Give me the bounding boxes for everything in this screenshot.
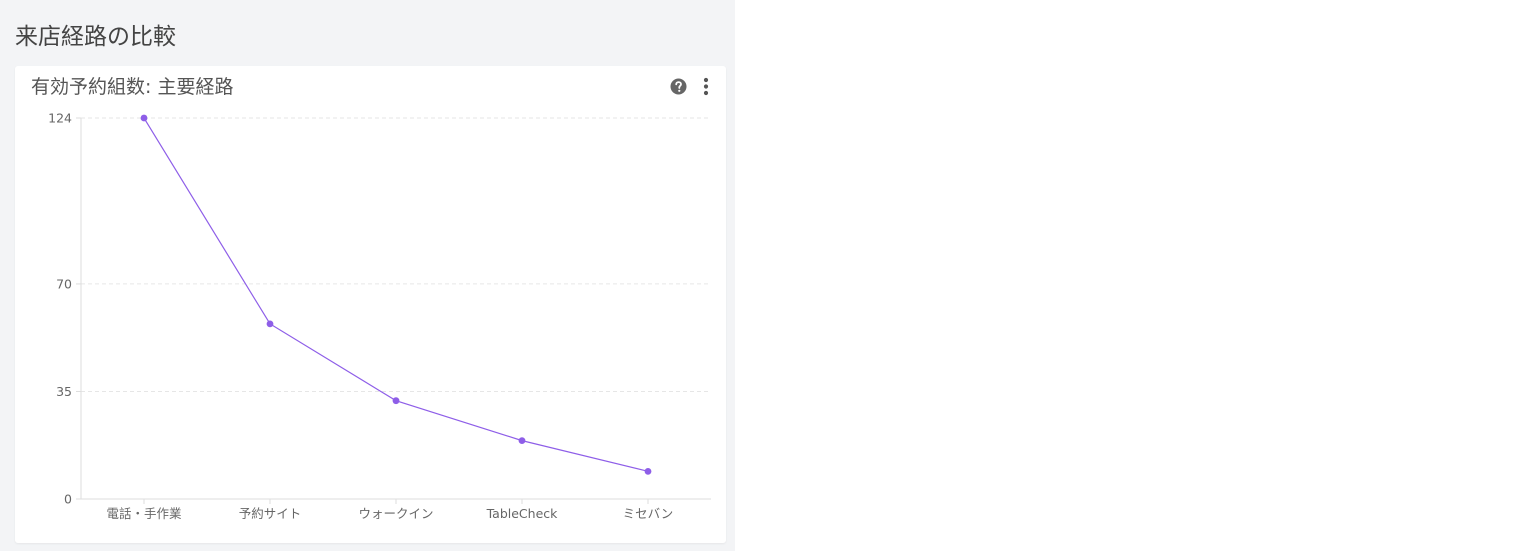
data-point[interactable]	[266, 320, 274, 328]
x-tick-label: TableCheck	[486, 506, 559, 521]
grid-layer	[81, 117, 711, 392]
axis-layer	[76, 117, 711, 504]
x-tick-label: ウォークイン	[358, 506, 433, 521]
series-layer	[140, 114, 652, 475]
x-tick-label: ミセバン	[623, 506, 674, 521]
x-tick-label: 予約サイト	[239, 506, 302, 521]
x-tick-label: 電話・手作業	[106, 506, 182, 521]
data-point[interactable]	[392, 397, 400, 405]
series-line	[143, 117, 649, 472]
y-tick-label: 124	[48, 111, 72, 126]
chart-card: 有効予約組数: 主要経路 0 35 70 124 電話・手作業 予約サイト ウォークイン Ta…	[15, 66, 726, 543]
y-tick-label: 0	[64, 492, 72, 507]
data-point[interactable]	[518, 437, 526, 445]
line-chart: 0 35 70 124 電話・手作業 予約サイト ウォークイン TableCheck ミセバン	[48, 111, 711, 522]
y-tick-label: 35	[56, 384, 72, 399]
y-tick-label: 70	[56, 276, 72, 291]
dashboard-panel: 来店経路の比較 有効予約組数: 主要経路 0 35 70 124 電話・手作業 予約サイト…	[0, 0, 735, 551]
section-title: 来店経路の比較	[15, 24, 176, 50]
label-layer: 0 35 70 124 電話・手作業 予約サイト ウォークイン TableCheck ミセバン	[48, 111, 673, 522]
data-point[interactable]	[644, 467, 652, 475]
data-point[interactable]	[140, 114, 148, 122]
